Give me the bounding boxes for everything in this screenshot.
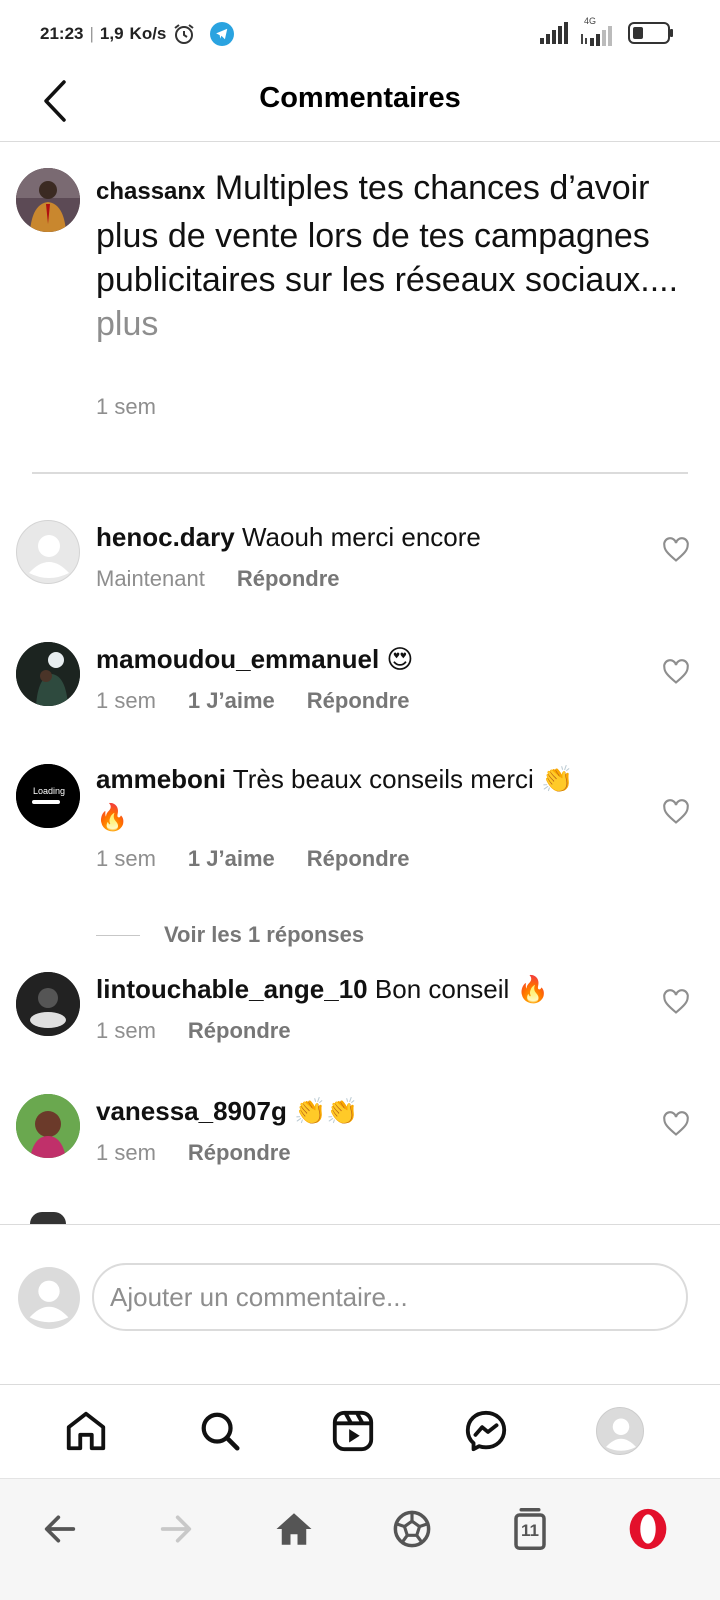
app-nav-bar [0, 1384, 720, 1478]
reels-button[interactable] [327, 1405, 379, 1457]
heart-icon[interactable] [662, 658, 690, 686]
comment-time: Maintenant [96, 566, 205, 591]
home-icon [66, 1411, 106, 1451]
search-icon [201, 1412, 240, 1451]
post-caption: chassanx Multiples tes chances d’avoir p… [0, 142, 720, 472]
header: Commentaires [0, 68, 720, 142]
comment-body: vanessa_8907g 👏👏 [96, 1092, 616, 1130]
likes-count[interactable]: 1 J’aime [188, 688, 275, 714]
comment-time: 1 sem [96, 1018, 156, 1043]
status-time: 21:23 [40, 24, 84, 43]
reply-button[interactable]: Répondre [188, 1140, 291, 1166]
status-speed: 1,9 [99, 24, 124, 43]
browser-back-button[interactable] [34, 1503, 86, 1555]
comment-body: ammeboni Très beaux conseils merci 👏 🔥 [96, 760, 606, 836]
status-separator: | [89, 24, 94, 43]
status-right: 4G [540, 16, 674, 46]
heart-icon[interactable] [662, 798, 690, 826]
comment-meta: 1 sem 1 J’aime Répondre [96, 688, 409, 714]
add-comment-bar [0, 1224, 720, 1384]
likes-count[interactable]: 1 J’aime [188, 846, 275, 872]
avatar[interactable] [30, 1212, 66, 1224]
football-icon [393, 1510, 431, 1548]
comment-username[interactable]: lintouchable_ange_10 [96, 974, 368, 1004]
replies-line [96, 934, 140, 936]
comment-meta: 1 sem Répondre [96, 1018, 291, 1044]
caption-time: 1 sem [96, 394, 156, 419]
comment-body: lintouchable_ange_10 Bon conseil 🔥 [96, 970, 616, 1008]
messenger-button[interactable] [460, 1405, 512, 1457]
caption-text: chassanx Multiples tes chances d’avoir p… [96, 166, 706, 346]
arrow-left-icon [44, 1515, 76, 1543]
opera-menu-button[interactable] [622, 1503, 674, 1555]
reply-button[interactable]: Répondre [188, 1018, 291, 1044]
comment-username[interactable]: henoc.dary [96, 522, 235, 552]
browser-tabs-button[interactable]: 11 [504, 1503, 556, 1555]
reply-button[interactable]: Répondre [307, 688, 410, 714]
search-button[interactable] [194, 1405, 246, 1457]
alarm-icon [174, 24, 194, 44]
browser-home-button[interactable] [268, 1503, 320, 1555]
browser-football-button[interactable] [386, 1503, 438, 1555]
avatar[interactable] [16, 168, 80, 232]
avatar[interactable] [16, 972, 80, 1036]
view-replies-button[interactable]: Voir les 1 réponses [96, 922, 364, 948]
status-left: 21:23 | 1,9 Ko/s [40, 22, 235, 46]
comment-time: 1 sem [96, 1140, 156, 1165]
comment-meta: 1 sem Répondre [96, 1140, 291, 1166]
signal-4g-icon: 4G [580, 16, 616, 46]
avatar[interactable]: Loading [16, 764, 80, 828]
opera-logo-icon [629, 1508, 667, 1550]
avatar [18, 1267, 80, 1329]
view-replies-label: Voir les 1 réponses [164, 922, 365, 947]
status-bar: 21:23 | 1,9 Ko/s 4G [0, 0, 720, 68]
page-title: Commentaires [259, 82, 461, 114]
avatar [596, 1407, 644, 1455]
avatar[interactable] [16, 642, 80, 706]
more-link[interactable]: plus [96, 302, 706, 346]
arrow-right-icon [160, 1515, 192, 1543]
tabs-count: 11 [521, 1521, 539, 1540]
profile-button[interactable] [594, 1405, 646, 1457]
home-button[interactable] [60, 1405, 112, 1457]
battery-icon [628, 22, 673, 44]
comment-text: 👏👏 [294, 1096, 359, 1126]
comment-input[interactable] [92, 1263, 688, 1331]
heart-icon[interactable] [662, 988, 690, 1016]
reels-icon [332, 1410, 374, 1452]
messenger-icon [465, 1410, 507, 1452]
browser-nav-bar: 11 [0, 1478, 720, 1600]
status-speed-unit: Ko/s [129, 24, 167, 43]
browser-forward-button[interactable] [150, 1503, 202, 1555]
avatar[interactable] [16, 520, 80, 584]
avatar[interactable] [16, 1094, 80, 1158]
comment-meta: 1 sem 1 J’aime Répondre [96, 846, 409, 872]
comment-meta: Maintenant Répondre [96, 566, 340, 592]
avatar-loading-text: Loading [33, 786, 66, 796]
comment-text: Waouh merci encore [241, 522, 481, 552]
caption-username[interactable]: chassanx [96, 178, 205, 205]
signal-icon [540, 22, 568, 44]
comment-time: 1 sem [96, 846, 156, 871]
comment-time: 1 sem [96, 688, 156, 713]
comment-username[interactable]: vanessa_8907g [96, 1096, 287, 1126]
heart-icon[interactable] [662, 1110, 690, 1138]
telegram-icon [210, 22, 235, 46]
comment-text: Bon conseil 🔥 [374, 974, 549, 1004]
comment-username[interactable]: mamoudou_emmanuel [96, 644, 379, 674]
divider [32, 472, 688, 474]
heart-icon[interactable] [662, 536, 690, 564]
home-icon [276, 1513, 312, 1545]
comment-body: mamoudou_emmanuel 😍 [96, 640, 616, 678]
reply-button[interactable]: Répondre [237, 566, 340, 592]
reply-button[interactable]: Répondre [307, 846, 410, 872]
comment-text: 😍 [386, 644, 414, 674]
comment-username[interactable]: ammeboni [96, 764, 226, 794]
comment-body: henoc.dary Waouh merci encore [96, 518, 616, 556]
